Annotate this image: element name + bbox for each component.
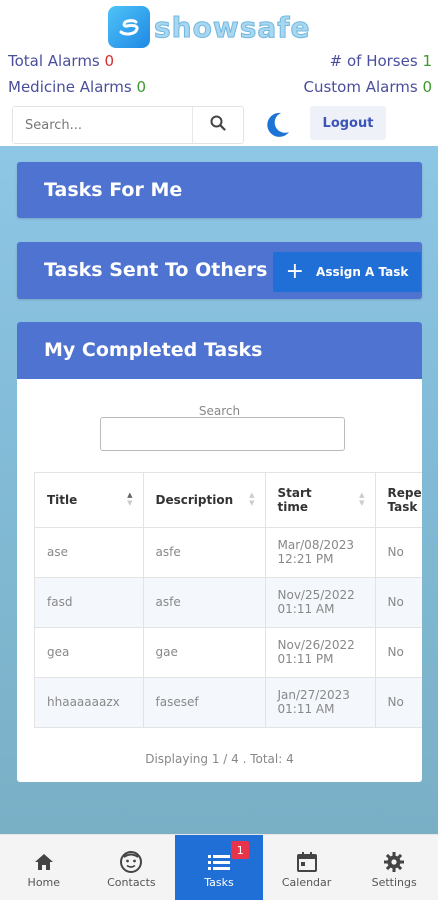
- search-button[interactable]: [193, 107, 243, 143]
- cell-start-time: Nov/25/2022 01:11 AM: [265, 577, 376, 628]
- bottom-nav: Home Contacts Tasks 1 Calendar Settings: [0, 834, 438, 900]
- nav-home-label: Home: [27, 875, 61, 889]
- cell-repeat: No: [375, 677, 422, 728]
- custom-alarms-value: 0: [422, 78, 432, 96]
- horses-value: 1: [422, 52, 432, 70]
- logo-mark-icon: [108, 6, 150, 48]
- custom-alarms-label: Custom Alarms: [303, 78, 418, 96]
- cell-title: gea: [35, 627, 144, 678]
- tasks-sent-panel[interactable]: Tasks Sent To Others + Assign A Task: [17, 242, 422, 299]
- cell-description: gae: [143, 627, 266, 678]
- tasks-sent-title: Tasks Sent To Others: [44, 259, 268, 281]
- completed-tasks-title: My Completed Tasks: [44, 339, 263, 361]
- sort-icon: ▲ ▼: [359, 491, 365, 507]
- cell-start-time: Nov/26/2022 01:11 PM: [265, 627, 376, 678]
- column-start-time-label: Start time: [277, 485, 312, 514]
- medicine-alarms-label: Medicine Alarms: [8, 78, 132, 96]
- brand-name: showsafe: [153, 10, 311, 44]
- table-search-input[interactable]: [100, 417, 345, 451]
- search-icon: [210, 115, 226, 135]
- total-alarms-stat: Total Alarms 0: [8, 52, 114, 70]
- cell-repeat: No: [375, 527, 422, 578]
- cell-repeat: No: [375, 577, 422, 628]
- completed-tasks-card: My Completed Tasks Search Title ▲ ▼ Descr…: [17, 322, 422, 782]
- table-search-label: Search: [198, 404, 241, 418]
- cell-title: fasd: [35, 577, 144, 628]
- sort-icon: ▲ ▼: [249, 491, 255, 507]
- app-header: showsafe Total Alarms 0 # of Horses 1 Me…: [0, 0, 438, 146]
- table-header-row: Title ▲ ▼ Description ▲ ▼ Start time ▲ ▼ Re…: [35, 473, 423, 528]
- nav-tasks-label: Tasks: [204, 875, 234, 889]
- horses-label: # of Horses: [329, 52, 418, 70]
- cell-start-time: Mar/08/2023 12:21 PM: [265, 527, 376, 578]
- search-input[interactable]: [13, 107, 193, 143]
- custom-alarms-stat: Custom Alarms 0: [303, 78, 432, 96]
- moon-icon: [262, 112, 292, 144]
- cell-title: ase: [35, 527, 144, 578]
- table-row[interactable]: gea gae Nov/26/2022 01:11 PM No: [35, 627, 422, 678]
- column-repeat-task-label: Repeat Task: [387, 485, 423, 514]
- assign-task-label: Assign A Task: [316, 265, 409, 279]
- table-row[interactable]: ase asfe Mar/08/2023 12:21 PM No: [35, 527, 422, 578]
- header-search: [12, 106, 244, 144]
- column-header-repeat-task[interactable]: Repeat Task: [375, 473, 423, 528]
- tasks-icon: [207, 848, 231, 876]
- column-header-title[interactable]: Title ▲ ▼: [35, 473, 144, 528]
- logout-button[interactable]: Logout: [310, 106, 386, 140]
- table-row[interactable]: fasd asfe Nov/25/2022 01:11 AM No: [35, 577, 422, 628]
- pagination-info: Displaying 1 / 4 . Total: 4: [145, 752, 294, 766]
- tasks-for-me-title: Tasks For Me: [44, 179, 183, 201]
- horses-stat: # of Horses 1: [330, 52, 432, 70]
- sort-icon: ▲ ▼: [127, 491, 133, 507]
- nav-contacts-label: Contacts: [107, 875, 156, 889]
- completed-tasks-table: Title ▲ ▼ Description ▲ ▼ Start time ▲ ▼ Re…: [34, 472, 422, 728]
- cell-description: asfe: [143, 577, 266, 628]
- gear-icon: [383, 848, 405, 876]
- medicine-alarms-stat: Medicine Alarms 0: [8, 78, 146, 96]
- nav-settings[interactable]: Settings: [350, 835, 438, 900]
- contacts-icon: [119, 848, 143, 876]
- tasks-badge: 1: [231, 841, 250, 859]
- medicine-alarms-value: 0: [136, 78, 147, 96]
- column-description-label: Description: [155, 492, 234, 507]
- nav-tasks[interactable]: Tasks 1: [175, 835, 263, 900]
- cell-description: asfe: [143, 527, 266, 578]
- column-header-start-time[interactable]: Start time ▲ ▼: [265, 473, 376, 528]
- total-alarms-label: Total Alarms: [8, 52, 100, 70]
- cell-repeat: No: [375, 627, 422, 678]
- column-title-label: Title: [47, 492, 78, 507]
- cell-start-time: Jan/27/2023 01:11 AM: [265, 677, 376, 728]
- brand-logo: showsafe: [108, 6, 310, 48]
- home-icon: [33, 848, 55, 876]
- theme-toggle-button[interactable]: [262, 110, 292, 140]
- tasks-for-me-panel[interactable]: Tasks For Me: [17, 162, 422, 218]
- column-header-description[interactable]: Description ▲ ▼: [143, 473, 266, 528]
- total-alarms-value: 0: [104, 52, 115, 70]
- calendar-icon: [296, 848, 318, 876]
- assign-task-button[interactable]: + Assign A Task: [273, 252, 421, 292]
- cell-title: hhaaaaaazx: [35, 677, 144, 728]
- nav-home[interactable]: Home: [0, 835, 88, 900]
- nav-calendar-label: Calendar: [281, 875, 332, 889]
- nav-settings-label: Settings: [371, 875, 417, 889]
- cell-description: fasesef: [143, 677, 266, 728]
- nav-contacts[interactable]: Contacts: [88, 835, 176, 900]
- nav-calendar[interactable]: Calendar: [263, 835, 351, 900]
- completed-tasks-header[interactable]: My Completed Tasks: [17, 322, 422, 379]
- table-row[interactable]: hhaaaaaazx fasesef Jan/27/2023 01:11 AM …: [35, 677, 422, 728]
- plus-icon: +: [285, 259, 305, 284]
